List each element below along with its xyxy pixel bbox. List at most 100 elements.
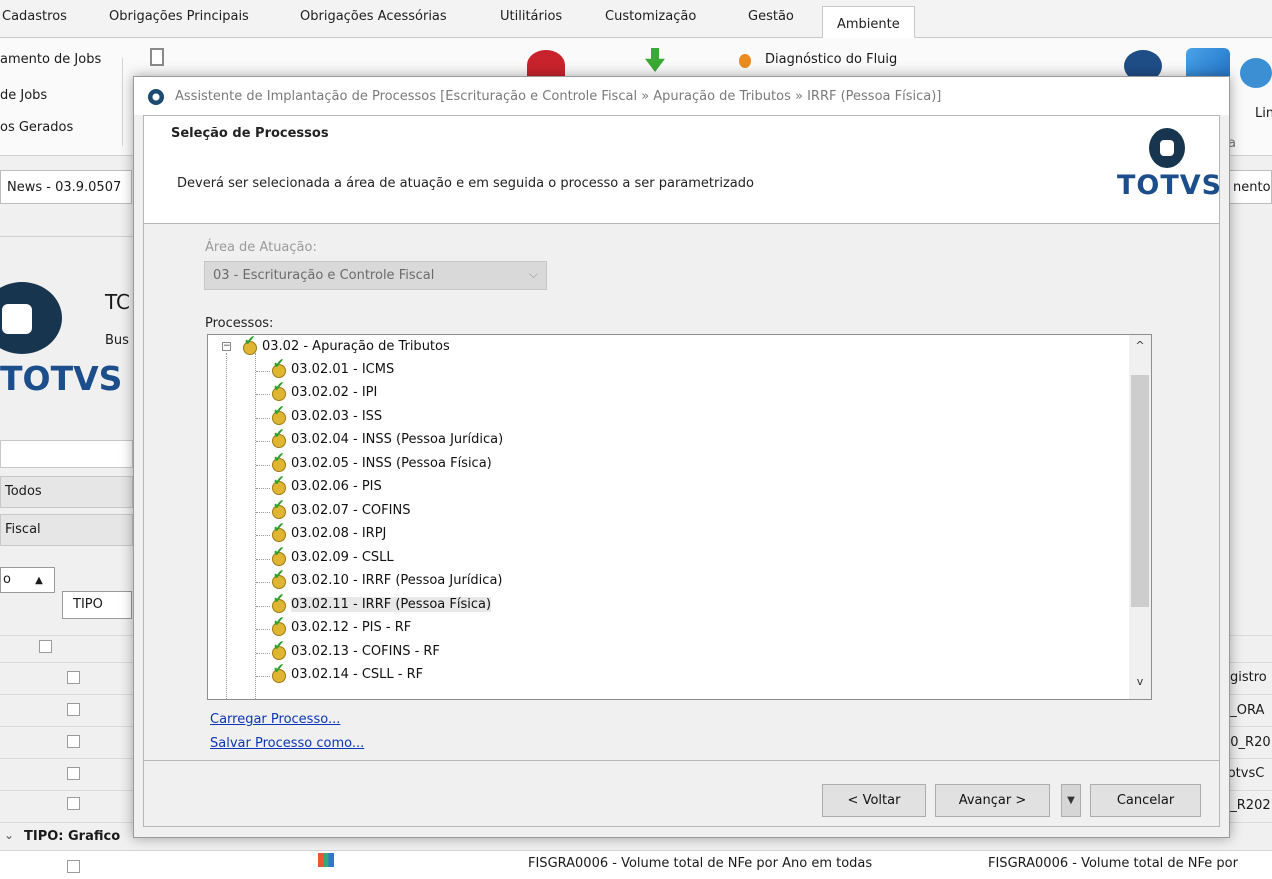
- tree-item[interactable]: 03.02.02 - IPI: [270, 379, 377, 406]
- options-dropdown-icon[interactable]: ▼: [1061, 784, 1081, 817]
- ribbon-item-jobs-scheduling[interactable]: amento de Jobs: [0, 52, 101, 67]
- tree-item-label: 03.02.09 - CSLL: [291, 550, 394, 565]
- checked-process-icon: [270, 403, 288, 425]
- chevron-down-icon: ⌵: [528, 267, 538, 281]
- app-subtitle: Bus: [105, 333, 129, 348]
- tab-gestao[interactable]: Gestão: [748, 9, 794, 39]
- group-row-label: TIPO: Grafico: [24, 829, 121, 844]
- grid-cell: FISGRA0006 - Volume total de NFe por: [988, 856, 1238, 871]
- row-checkbox[interactable]: [67, 703, 80, 716]
- table-row[interactable]: FISGRA0006 - Volume total de NFe por Ano…: [0, 850, 1272, 879]
- totvs-logo-text: TOTVS: [0, 359, 123, 398]
- wizard-body: Área de Atuação: 03 - Escrituração e Con…: [143, 224, 1220, 760]
- filter-fiscal-button[interactable]: Fiscal: [0, 514, 133, 546]
- tree-line: [256, 394, 270, 395]
- wizard-footer: < Voltar Avançar > ▼ Cancelar: [143, 760, 1220, 827]
- tree-line: [256, 559, 270, 560]
- tab-cadastros[interactable]: Cadastros: [2, 9, 67, 39]
- tab-obrigacoes-principais[interactable]: Obrigações Principais: [109, 9, 249, 39]
- row-checkbox[interactable]: [67, 735, 80, 748]
- ribbon-item-jobs[interactable]: de Jobs: [0, 88, 47, 103]
- tree-line: [256, 629, 270, 630]
- tree-item-label: 03.02.03 - ISS: [291, 409, 383, 424]
- ribbon-item-generated[interactable]: os Gerados: [0, 120, 73, 135]
- save-process-link[interactable]: Salvar Processo como...: [210, 736, 364, 751]
- wizard-header: Seleção de Processos Deverá ser selecion…: [143, 115, 1223, 224]
- scroll-down-icon[interactable]: v: [1129, 675, 1151, 695]
- tree-line: [256, 371, 270, 372]
- tree-item-label: 03.02.04 - INSS (Pessoa Jurídica): [291, 432, 504, 447]
- tree-item[interactable]: 03.02.03 - ISS: [270, 403, 383, 430]
- cancel-button[interactable]: Cancelar: [1090, 784, 1201, 817]
- tree-line: [256, 418, 270, 419]
- chevron-down-icon[interactable]: ⌄: [4, 828, 14, 842]
- filter-input[interactable]: [0, 440, 133, 468]
- load-process-link[interactable]: Carregar Processo...: [210, 712, 340, 727]
- tree-scrollbar[interactable]: ^ v: [1129, 335, 1151, 699]
- checked-process-icon: [270, 473, 288, 495]
- filter-all-button[interactable]: Todos: [0, 476, 133, 508]
- collapse-icon[interactable]: −: [222, 342, 231, 351]
- scroll-up-icon[interactable]: ^: [1129, 339, 1151, 359]
- checked-process-icon: [270, 520, 288, 542]
- process-tree[interactable]: − 03.02 - Apuração de Tributos 03.02.01 …: [207, 334, 1152, 700]
- tree-item[interactable]: 03.02.09 - CSLL: [270, 544, 394, 571]
- tree-item-label: 03.02.05 - INSS (Pessoa Física): [291, 456, 492, 471]
- tree-item[interactable]: 03.02.05 - INSS (Pessoa Física): [270, 450, 492, 477]
- tree-item[interactable]: 03.02.10 - IRRF (Pessoa Jurídica): [270, 567, 503, 594]
- tree-item[interactable]: 03.02.07 - COFINS: [270, 497, 411, 524]
- tree-item-label: 03.02.07 - COFINS: [291, 503, 411, 518]
- fluig-icon: [739, 54, 751, 68]
- tree-item-label: 03.02 - Apuração de Tributos: [262, 339, 450, 354]
- tab-utilitarios[interactable]: Utilitários: [500, 9, 562, 39]
- totvs-logo: TOTVS: [1117, 128, 1223, 208]
- row-checkbox[interactable]: [67, 671, 80, 684]
- app-title: TC: [105, 290, 131, 314]
- checked-process-icon: [270, 567, 288, 589]
- row-checkbox[interactable]: [67, 860, 80, 873]
- tree-line: [256, 606, 270, 607]
- tree-item-label: 03.02.01 - ICMS: [291, 362, 395, 377]
- tab-right-partial[interactable]: nento -: [1226, 170, 1272, 204]
- checked-process-icon: [270, 426, 288, 448]
- select-all-checkbox[interactable]: [39, 640, 52, 653]
- row-checkbox[interactable]: [67, 767, 80, 780]
- download-icon[interactable]: [645, 48, 665, 72]
- tree-item-label: 03.02.11 - IRRF (Pessoa Física): [291, 597, 492, 612]
- document-icon[interactable]: [150, 48, 164, 66]
- totvs-logo-text: TOTVS: [1117, 170, 1223, 201]
- app-icon: [148, 89, 164, 105]
- tree-item[interactable]: 03.02.04 - INSS (Pessoa Jurídica): [270, 426, 504, 453]
- tree-item[interactable]: 03.02.12 - PIS - RF: [270, 614, 411, 641]
- checked-process-icon: [270, 544, 288, 566]
- tree-line: [256, 512, 270, 513]
- sort-chip[interactable]: o ▲: [0, 567, 55, 593]
- tree-item-selected[interactable]: 03.02.11 - IRRF (Pessoa Física): [270, 591, 492, 618]
- tree-item[interactable]: 03.02.06 - PIS: [270, 473, 382, 500]
- dialog-title-bar[interactable]: Assistente de Implantação de Processos […: [134, 77, 1229, 115]
- tree-item-label: 03.02.10 - IRRF (Pessoa Jurídica): [291, 573, 503, 588]
- row-checkbox[interactable]: [67, 797, 80, 810]
- tab-obrigacoes-acessorias[interactable]: Obrigações Acessórias: [300, 9, 447, 39]
- tree-line: [256, 582, 270, 583]
- tree-line: [256, 653, 270, 654]
- checked-process-icon: [241, 335, 259, 355]
- scrollbar-thumb[interactable]: [1131, 375, 1149, 607]
- tab-customizacao[interactable]: Customização: [605, 9, 696, 39]
- tree-item[interactable]: 03.02.14 - CSLL - RF: [270, 661, 423, 688]
- checked-process-icon: [270, 591, 288, 613]
- next-button[interactable]: Avançar >: [935, 784, 1050, 817]
- tree-item[interactable]: 03.02.01 - ICMS: [270, 356, 395, 383]
- tree-line: [255, 353, 256, 699]
- wizard-step-title: Seleção de Processos: [171, 126, 329, 141]
- ribbon-item-fluig-diagnostics[interactable]: Diagnóstico do Fluig: [765, 52, 897, 67]
- group-by-tipo-chip[interactable]: TIPO: [62, 591, 132, 619]
- tree-item[interactable]: 03.02.13 - COFINS - RF: [270, 638, 440, 665]
- tab-ambiente[interactable]: Ambiente: [822, 6, 915, 39]
- link-icon[interactable]: [1240, 58, 1272, 88]
- back-button[interactable]: < Voltar: [822, 784, 926, 817]
- tree-line: [256, 676, 270, 677]
- tree-item[interactable]: 03.02.08 - IRPJ: [270, 520, 386, 547]
- ribbon-item-link[interactable]: Lin: [1255, 106, 1272, 121]
- tab-news[interactable]: News - 03.9.0507: [0, 170, 132, 204]
